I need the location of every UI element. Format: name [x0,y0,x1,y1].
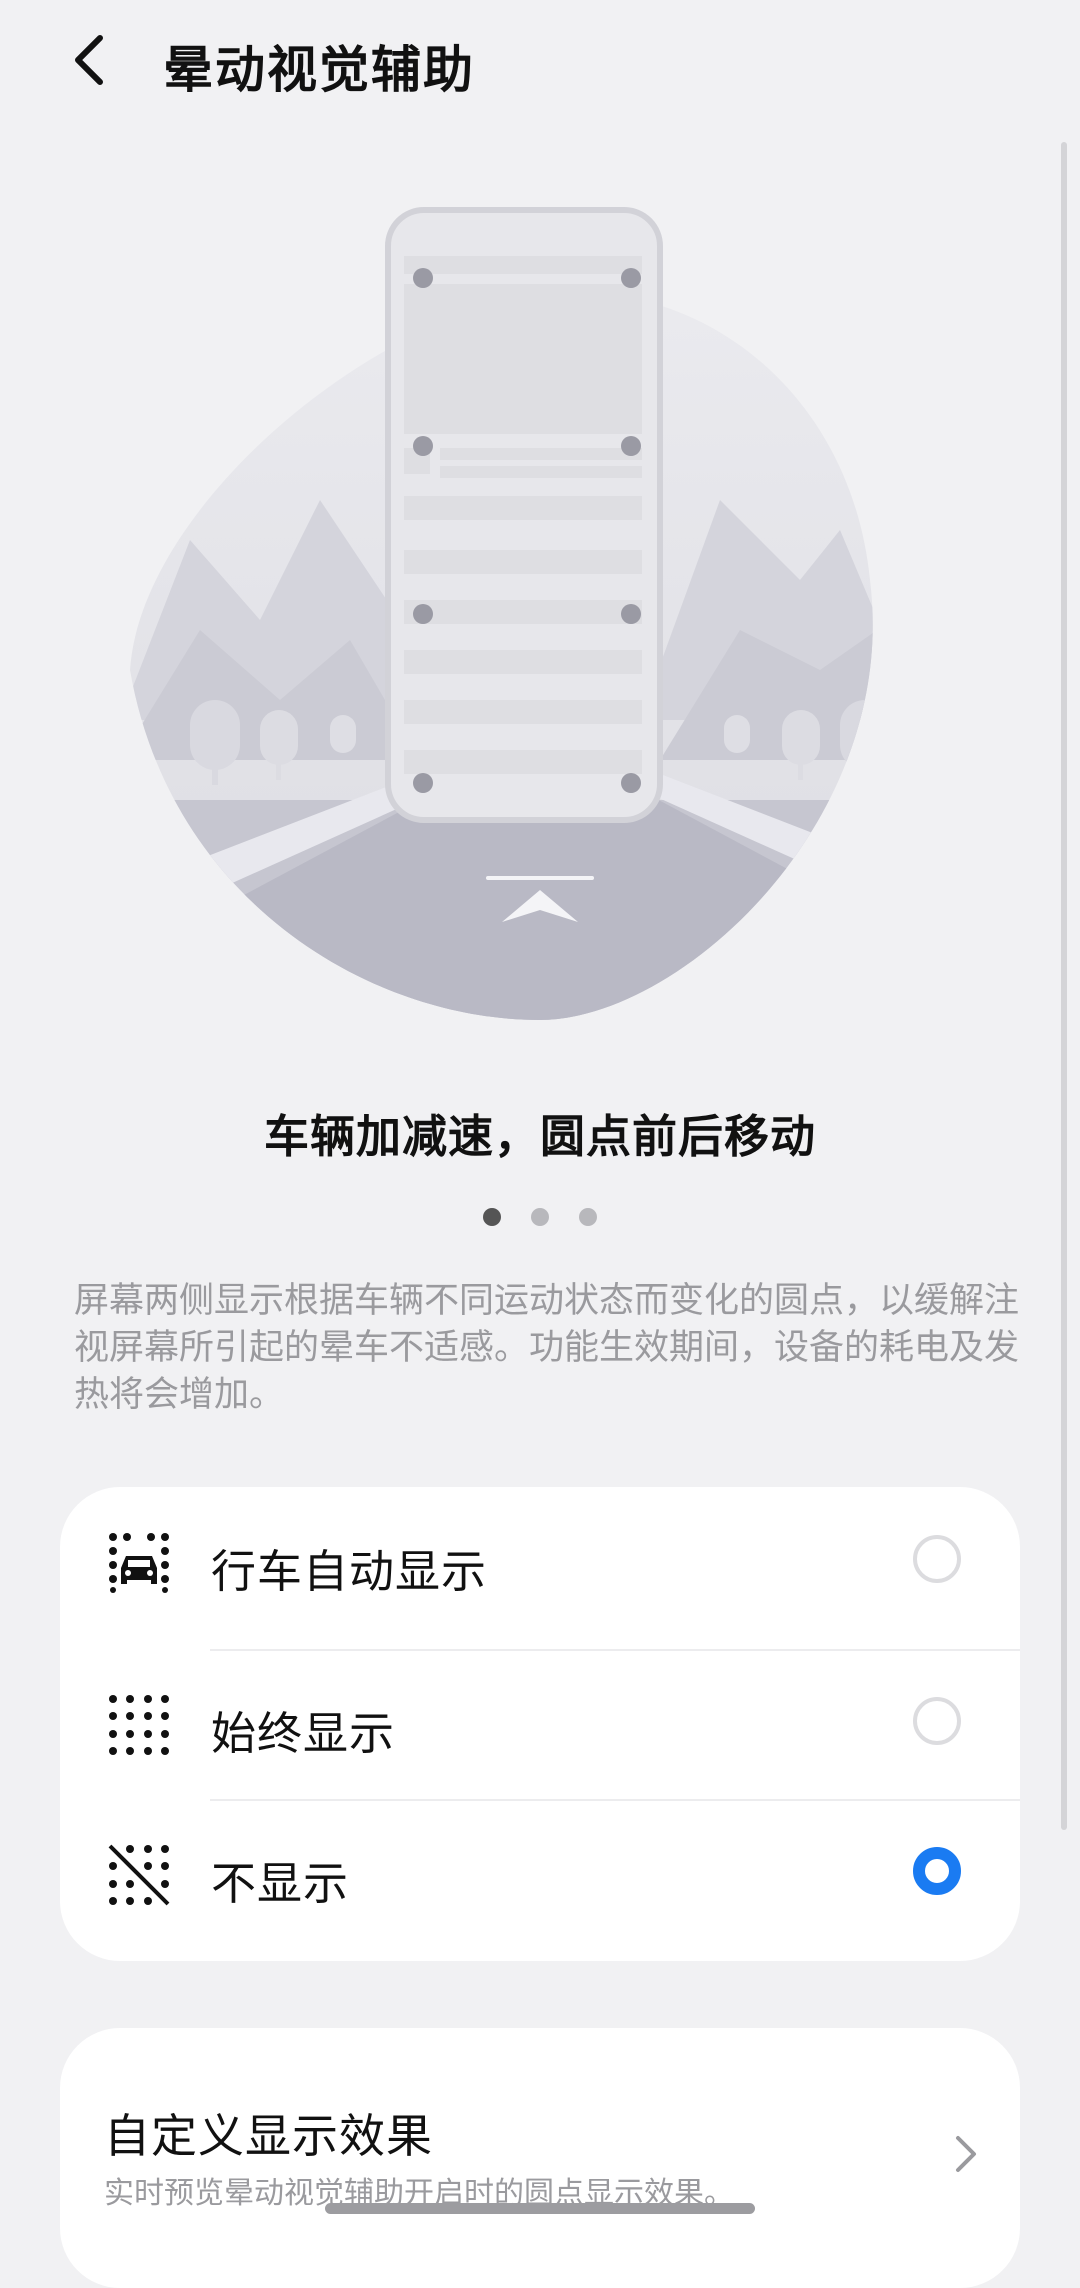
custom-effect-row[interactable]: 自定义显示效果 实时预览晕动视觉辅助开启时的圆点显示效果。 [60,2028,1020,2288]
header: 晕动视觉辅助 [0,0,1080,120]
radio-button-selected[interactable] [913,1847,961,1895]
feature-description: 屏幕两侧显示根据车辆不同运动状态而变化的圆点，以缓解注视屏幕所引起的晕车不适感。… [74,1281,1020,1415]
phone-road-illustration [130,207,873,1020]
page-dot-2[interactable] [531,1208,549,1226]
option-label: 行车自动显示 [211,1545,488,1598]
dots-off-icon [108,1844,170,1906]
custom-effect-title: 自定义显示效果 [104,2109,433,2163]
home-indicator[interactable] [325,2203,755,2214]
scrollbar[interactable] [1061,142,1067,1830]
radio-button[interactable] [913,1535,961,1583]
chevron-left-icon[interactable] [62,28,122,92]
radio-button[interactable] [913,1697,961,1745]
chevron-right-icon [956,2136,976,2172]
carousel-caption: 车辆加减速，圆点前后移动 [263,1110,816,1163]
option-label: 不显示 [211,1857,350,1910]
option-do-not-show[interactable]: 不显示 [60,1799,1020,1949]
option-always-show[interactable]: 始终显示 [60,1649,1020,1799]
page-indicator[interactable] [0,1208,1080,1226]
option-label: 始终显示 [211,1707,396,1760]
car-dots-icon [109,1533,169,1593]
page-dot-1[interactable] [483,1208,501,1226]
page-title: 晕动视觉辅助 [163,41,475,99]
page-dot-3[interactable] [579,1208,597,1226]
option-auto-while-driving[interactable]: 行车自动显示 [60,1487,1020,1637]
display-mode-card: 行车自动显示 始终显示 不显示 [60,1487,1020,1961]
dots-grid-icon [109,1695,169,1755]
